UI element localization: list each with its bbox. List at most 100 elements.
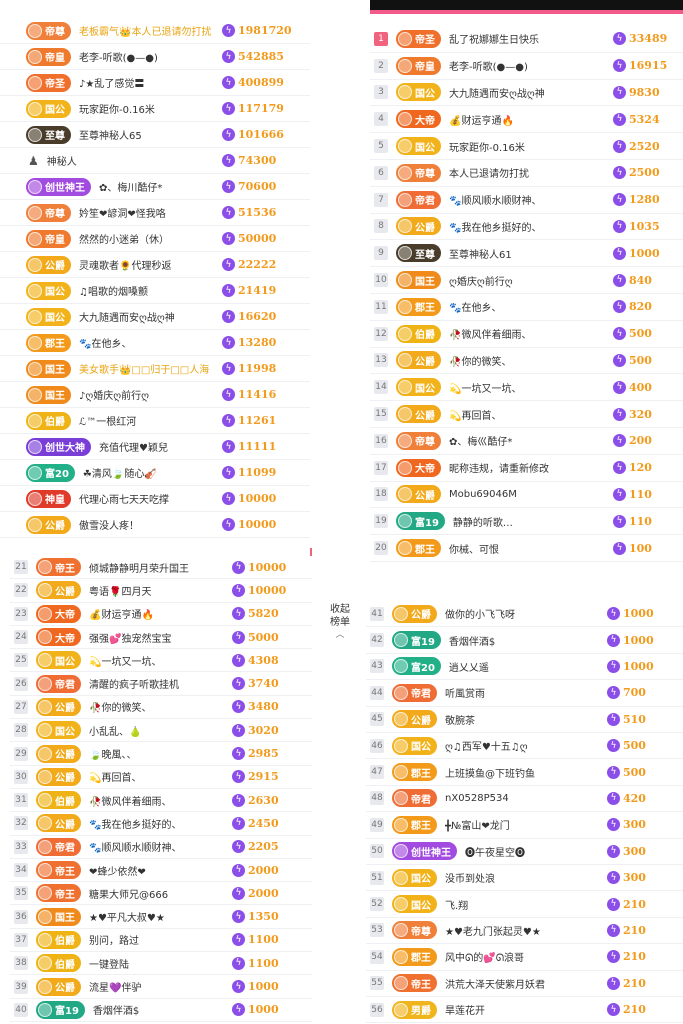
points: ϟ 5820 [232, 607, 312, 621]
rank-badge: 帝尊 [396, 163, 441, 182]
leaderboard-row[interactable]: 16 帝尊 ✿、梅巛酷仔* ϟ 200 [370, 428, 683, 455]
leaderboard-row[interactable]: 28 国公 小乱乱、🍐 ϟ 3020 [10, 719, 312, 743]
leaderboard-row[interactable]: 44 帝君 听風赏雨 ϟ 700 [366, 680, 683, 707]
leaderboard-row[interactable]: 创世大神 充值代理♥颖兒 ϟ 11111 [0, 434, 310, 460]
leaderboard-row[interactable]: 帝尊 妗笙❤諺洞❤怪我咯 ϟ 51536 [0, 200, 310, 226]
crown-icon [28, 413, 42, 428]
leaderboard-row[interactable]: 35 帝王 糖果大师兄@666 ϟ 2000 [10, 882, 312, 906]
leaderboard-row[interactable]: 42 富19 香烟伴酒$ ϟ 1000 [366, 627, 683, 654]
rank-placeholder [4, 414, 18, 428]
lightning-icon: ϟ [607, 739, 620, 753]
leaderboard-row[interactable]: 8 公爵 🐾我在他乡挺好的、 ϟ 1035 [370, 214, 683, 241]
user-name: 飞.翔 [445, 900, 469, 912]
leaderboard-row[interactable]: 17 大帝 昵称违规，请重新修改 ϟ 120 [370, 455, 683, 482]
crown-icon [394, 897, 408, 912]
leaderboard-row[interactable]: 31 伯爵 🥀微风伴着细雨、 ϟ 2630 [10, 789, 312, 813]
leaderboard-row[interactable]: 伯爵 ℒ™一根红河 ϟ 11261 [0, 408, 310, 434]
leaderboard-row[interactable]: 18 公爵 Mobu69046M ϟ 110 [370, 482, 683, 509]
leaderboard-row[interactable]: 27 公爵 🥀你的微笑、 ϟ 3480 [10, 696, 312, 720]
leaderboard-row[interactable]: 12 伯爵 🥀微风伴着细雨、 ϟ 500 [370, 321, 683, 348]
leaderboard-row[interactable]: 郡王 🐾在他乡、 ϟ 13280 [0, 330, 310, 356]
leaderboard-row[interactable]: 15 公爵 💫再回首、 ϟ 320 [370, 401, 683, 428]
leaderboard-row[interactable]: 3 国公 大九随遇而安ღ战ღ神 ϟ 9830 [370, 80, 683, 107]
points: ϟ 510 [607, 712, 683, 726]
leaderboard-row[interactable]: 24 大帝 强强💕独宠然宝宝 ϟ 5000 [10, 626, 312, 650]
user-name: ღ婚庆ღ前行ღ [449, 276, 513, 288]
leaderboard-row[interactable]: 帝圣 ♪★乱了感觉〓 ϟ 400899 [0, 70, 310, 96]
leaderboard-row[interactable]: 49 郡王 ╋№富山❤龙门 ϟ 300 [366, 812, 683, 839]
leaderboard-row[interactable]: 7 帝君 🐾顺风顺水顺财神、 ϟ 1280 [370, 187, 683, 214]
crown-icon [38, 839, 52, 854]
leaderboard-row[interactable]: 5 国公 玩家距你-0.16米 ϟ 2520 [370, 133, 683, 160]
leaderboard-row[interactable]: 国王 美女歌手👑□□归于□□人海 ϟ 11998 [0, 356, 310, 382]
leaderboard-row[interactable]: 富20 ☘清风🍃随心🎻 ϟ 11099 [0, 460, 310, 486]
leaderboard-row[interactable]: 6 帝尊 本人已退请勿打扰 ϟ 2500 [370, 160, 683, 187]
leaderboard-row[interactable]: 41 公爵 做你的小飞飞呀 ϟ 1000 [366, 601, 683, 628]
leaderboard-row[interactable]: 37 伯爵 别问，路过 ϟ 1100 [10, 929, 312, 953]
leaderboard-row[interactable]: 54 郡王 风中ᘏ的💕ᘏ浪哥 ϟ 210 [366, 944, 683, 971]
leaderboard-row[interactable]: 13 公爵 🥀你的微笑、 ϟ 500 [370, 348, 683, 375]
leaderboard-row[interactable]: 20 郡王 你械、可恨 ϟ 100 [370, 535, 683, 562]
leaderboard-row[interactable]: 38 伯爵 一键登陆 ϟ 1100 [10, 952, 312, 976]
rank-badge: 公爵 [36, 977, 81, 996]
leaderboard-row[interactable]: 国公 玩家距你-0.16米 ϟ 117179 [0, 96, 310, 122]
user-name: nX0528P534 [445, 792, 509, 804]
leaderboard-row[interactable]: 19 富19 静静的听歌… ϟ 110 [370, 508, 683, 536]
leaderboard-row[interactable]: ♟ 神秘人 ϟ 74300 [0, 148, 310, 174]
leaderboard-row[interactable]: 4 大帝 💰财运亨通🔥 ϟ 5324 [370, 106, 683, 134]
leaderboard-row[interactable]: 45 公爵 敬腕茶 ϟ 510 [366, 707, 683, 733]
rank-badge: 富19 [396, 512, 445, 531]
leaderboard-row[interactable]: 14 国公 💫一坑又一坑、 ϟ 400 [370, 374, 683, 402]
leaderboard-row[interactable]: 国王 ♪ღ婚庆ღ前行ღ ϟ 11416 [0, 382, 310, 408]
leaderboard-row[interactable]: 帝皇 老李-听歌(●—●) ϟ 542885 [0, 44, 310, 70]
leaderboard-row[interactable]: 25 国公 💫一坑又一坑、 ϟ 4308 [10, 649, 312, 673]
leaderboard-row[interactable]: 48 帝君 nX0528P534 ϟ 420 [366, 786, 683, 813]
leaderboard-row[interactable]: 52 国公 飞.翔 ϟ 210 [366, 891, 683, 918]
leaderboard-row[interactable]: 32 公爵 🐾我在他乡挺好的、 ϟ 2450 [10, 812, 312, 836]
leaderboard-row[interactable]: 40 富19 香烟伴酒$ ϟ 1000 [10, 999, 312, 1022]
leaderboard-row[interactable]: 34 帝王 ❤蜂少依然❤ ϟ 2000 [10, 859, 312, 883]
leaderboard-row[interactable]: 56 男爵 旱莲花开 ϟ 210 [366, 997, 683, 1024]
leaderboard-row[interactable]: 39 公爵 流星💜伴驴 ϟ 1000 [10, 975, 312, 999]
leaderboard-row[interactable]: 21 帝王 倾城静静明月荣升国王 ϟ 10000 [10, 556, 312, 580]
leaderboard-row[interactable]: 神皇 代理心雨七天天吃撑 ϟ 10000 [0, 486, 310, 512]
collapse-list-button[interactable]: 收起 榜单 ︿ [322, 603, 358, 642]
leaderboard-row[interactable]: 55 帝王 洪荒大泽天使紫月妖君 ϟ 210 [366, 971, 683, 997]
leaderboard-row[interactable]: 36 国王 ★♥平凡大叔♥★ ϟ 1350 [10, 906, 312, 929]
leaderboard-row[interactable]: 30 公爵 💫再回首、 ϟ 2915 [10, 766, 312, 789]
leaderboard-row[interactable]: 9 至尊 至尊神秘人61 ϟ 1000 [370, 240, 683, 268]
leaderboard-row[interactable]: 1 帝圣 乱了祝娜娜生日快乐 ϟ 33489 [370, 26, 683, 53]
leaderboard-row[interactable]: 47 郡王 上班摸鱼@下班钓鱼 ϟ 500 [366, 759, 683, 786]
leaderboard-row[interactable]: 43 富20 逍乂乂遥 ϟ 1000 [366, 654, 683, 681]
leaderboard-row[interactable]: 国公 大九随遇而安ღ战ღ神 ϟ 16620 [0, 304, 310, 330]
leaderboard-row[interactable]: 创世神王 ✿、梅川酷仔* ϟ 70600 [0, 174, 310, 200]
leaderboard-row[interactable]: 10 国王 ღ婚庆ღ前行ღ ϟ 840 [370, 267, 683, 294]
leaderboard-row[interactable]: 26 帝君 清醒的疯子听歌挂机 ϟ 3740 [10, 673, 312, 696]
rank-badge: 公爵 [392, 710, 437, 729]
points: ϟ 1000 [607, 659, 683, 673]
points-value: 110 [629, 487, 652, 501]
leaderboard-row[interactable]: 50 创世神王 🅞午夜星空🅞 ϟ 300 [366, 839, 683, 865]
leaderboard-row[interactable]: 29 公爵 🍃晚風、、 ϟ 2985 [10, 742, 312, 766]
lightning-icon: ϟ [232, 1003, 245, 1017]
rank-badge: 公爵 [396, 217, 441, 236]
user-name: 做你的小飞飞呀 [445, 610, 515, 622]
leaderboard-row[interactable]: 11 郡王 🐾在他乡、 ϟ 820 [370, 294, 683, 321]
leaderboard-row[interactable]: 51 国公 没币到处浪 ϟ 300 [366, 865, 683, 892]
leaderboard-row[interactable]: 公爵 灵魂歌者🌻代理秒返 ϟ 22222 [0, 252, 310, 278]
leaderboard-row[interactable]: 2 帝皇 老李-听歌(●—●) ϟ 16915 [370, 53, 683, 80]
lightning-icon: ϟ [613, 139, 626, 153]
leaderboard-row[interactable]: 23 大帝 💰财运亨通🔥 ϟ 5820 [10, 603, 312, 626]
leaderboard-row[interactable]: 53 帝尊 ★♥老九门张起灵♥★ ϟ 210 [366, 918, 683, 945]
leaderboard-row[interactable]: 国公 ♫唱歌的烟嗓颤 ϟ 21419 [0, 278, 310, 304]
points-value: 1000 [623, 607, 654, 621]
leaderboard-row[interactable]: 帝尊 老板霸气👑本人已退请勿打扰 ϟ 1981720 [0, 18, 310, 44]
leaderboard-row[interactable]: 至尊 至尊神秘人65 ϟ 101666 [0, 122, 310, 148]
leaderboard-row[interactable]: 33 帝君 🐾顺风顺水顺财神、 ϟ 2205 [10, 836, 312, 859]
points-value: 2630 [248, 793, 279, 807]
leaderboard-row[interactable]: 帝皇 然然的小迷弟（休） ϟ 50000 [0, 226, 310, 252]
leaderboard-row[interactable]: 公爵 傲雪没人疼！ ϟ 10000 [0, 512, 310, 538]
leaderboard-row[interactable]: 46 国公 ღ♫西军♥十五♫ღ ϟ 500 [366, 733, 683, 760]
leaderboard-row[interactable]: 22 公爵 粤语🌹四月天 ϟ 10000 [10, 579, 312, 603]
crown-icon [38, 676, 52, 691]
